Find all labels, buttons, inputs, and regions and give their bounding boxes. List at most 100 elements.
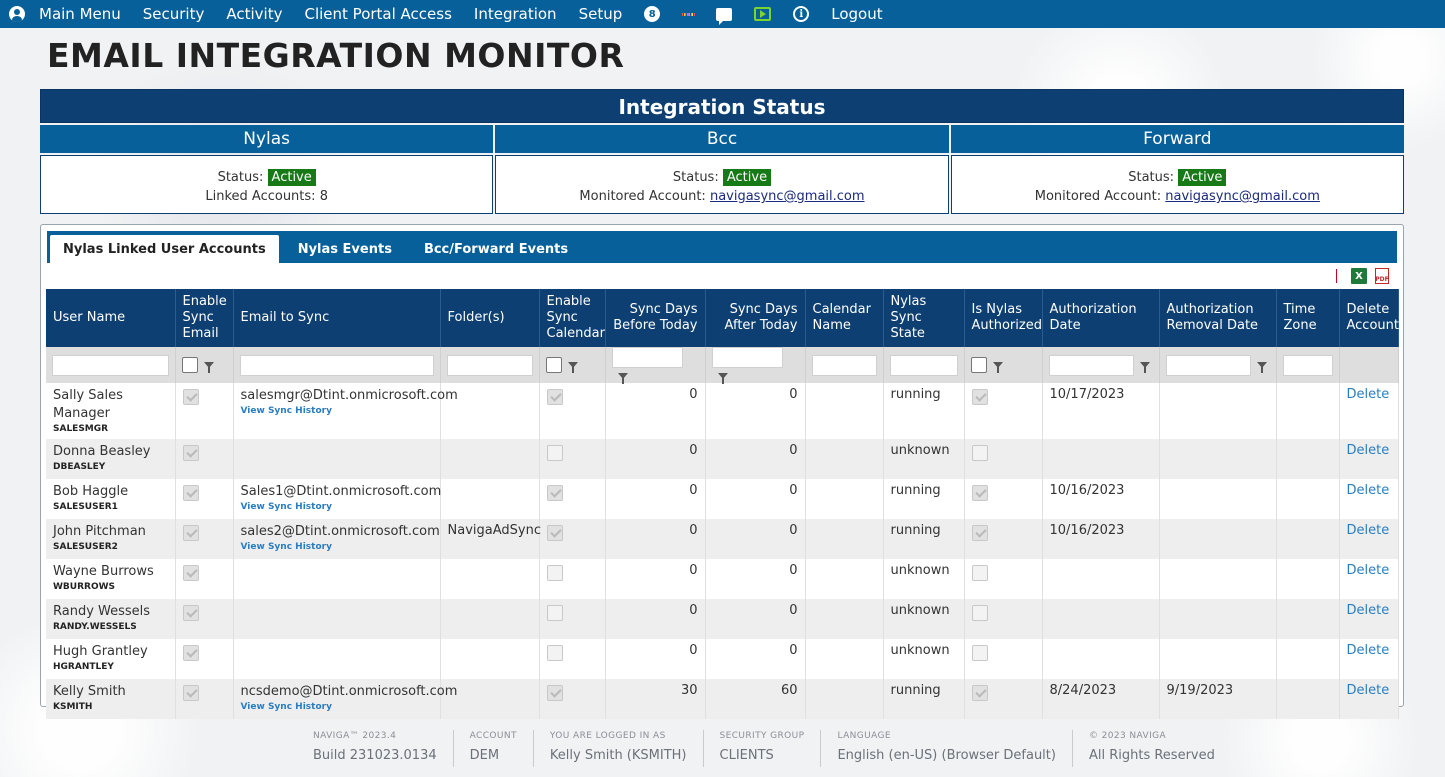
authorization-date: 10/17/2023 (1042, 383, 1160, 439)
filter-funnel-icon[interactable] (1256, 362, 1267, 373)
view-sync-history-link[interactable]: View Sync History (241, 405, 433, 417)
filter-folders-input[interactable] (446, 354, 533, 376)
col-authorization-removal-date[interactable]: Authorization Removal Date (1159, 289, 1277, 347)
filter-funnel-icon[interactable] (1139, 362, 1150, 373)
view-sync-history-link[interactable]: View Sync History (241, 501, 433, 513)
user-name: Kelly Smith (53, 684, 126, 699)
sync-days-after: 0 (705, 559, 806, 599)
delete-account-link[interactable]: Delete (1347, 603, 1390, 618)
footer-account: DEM (469, 748, 500, 763)
delete-account-link[interactable]: Delete (1347, 683, 1390, 698)
excel-export-icon[interactable]: X (1351, 268, 1367, 284)
apps-grid-icon[interactable] (682, 8, 695, 20)
col-calendar-name[interactable]: Calendar Name (805, 289, 884, 347)
sync-email-checkbox (182, 445, 199, 461)
nylas-authorized-checkbox (971, 389, 988, 405)
tab-bcc-forward-events[interactable]: Bcc/Forward Events (411, 237, 581, 263)
col-nylas-sync-state[interactable]: Nylas Sync State (883, 289, 965, 347)
col-delete-account[interactable]: Delete Account (1339, 289, 1399, 347)
filter-sync-calendar-checkbox[interactable] (545, 357, 562, 373)
col-time-zone[interactable]: Time Zone (1276, 289, 1340, 347)
delete-account-link[interactable]: Delete (1347, 387, 1390, 402)
status-col-title: Forward (950, 125, 1404, 153)
filter-funnel-icon[interactable] (717, 372, 728, 384)
notification-badge[interactable]: 8 (644, 6, 661, 22)
table-row: Randy Wessels RANDY.WESSELS 0 0 unknown Delet… (46, 599, 1399, 639)
col-is-nylas-authorized[interactable]: Is Nylas Authorized (964, 289, 1043, 347)
col-user-name[interactable]: User Name (46, 289, 176, 347)
filter-days-after-input[interactable] (711, 347, 783, 368)
tab-nylas-events[interactable]: Nylas Events (285, 237, 405, 263)
view-sync-history-link[interactable]: View Sync History (241, 541, 433, 553)
delete-account-link[interactable]: Delete (1347, 643, 1390, 658)
filter-calendar-name-input[interactable] (811, 354, 877, 376)
filter-sync-email-checkbox[interactable] (181, 357, 198, 373)
nav-logout[interactable]: Logout (831, 5, 882, 23)
footer-language: English (en-US) (Browser Default) (837, 748, 1056, 763)
user-code: DBEASLEY (53, 462, 106, 472)
toolbar-separator (1336, 269, 1337, 283)
folders-cell (440, 599, 540, 639)
col-sync-days-after[interactable]: Sync Days After Today (705, 289, 806, 347)
user-code: SALESUSER1 (53, 502, 118, 512)
delete-account-link[interactable]: Delete (1347, 523, 1390, 538)
col-email-to-sync[interactable]: Email to Sync (233, 289, 441, 347)
filter-removal-date-input[interactable] (1165, 354, 1251, 376)
footer-copyright-label: © 2023 NAVIGA (1088, 731, 1167, 741)
view-sync-history-link[interactable]: View Sync History (241, 701, 433, 713)
integration-status-title: Integration Status (40, 89, 1404, 123)
tv-icon[interactable] (754, 7, 772, 21)
filter-funnel-icon[interactable] (567, 362, 578, 373)
col-sync-days-before[interactable]: Sync Days Before Today (605, 289, 706, 347)
monitored-account-link[interactable]: navigasync@gmail.com (1165, 189, 1320, 204)
sync-email-address: Sales1@Dtint.onmicrosoft.com (240, 484, 442, 499)
calendar-name (805, 519, 884, 559)
sync-calendar-checkbox (546, 645, 563, 661)
filter-authorized-checkbox[interactable] (970, 357, 987, 373)
calendar-name (805, 559, 884, 599)
sync-days-before: 0 (605, 639, 706, 679)
user-code: SALESMGR (53, 424, 109, 434)
info-icon[interactable]: i (793, 6, 810, 22)
col-enable-sync-email[interactable]: Enable Sync Email (175, 289, 234, 347)
filter-funnel-icon[interactable] (992, 362, 1003, 373)
calendar-name (805, 679, 884, 719)
filter-funnel-icon[interactable] (617, 372, 628, 384)
nav-activity[interactable]: Activity (226, 5, 282, 23)
nav-client-portal-access[interactable]: Client Portal Access (304, 5, 451, 23)
filter-auth-date-input[interactable] (1048, 354, 1134, 376)
filter-time-zone-input[interactable] (1282, 354, 1333, 376)
delete-account-link[interactable]: Delete (1347, 483, 1390, 498)
user-icon[interactable] (9, 6, 25, 22)
col-folders[interactable]: Folder(s) (440, 289, 540, 347)
top-nav: Main Menu Security Activity Client Porta… (0, 0, 1445, 28)
status-col-title: Nylas (40, 125, 494, 153)
filter-email-input[interactable] (239, 354, 434, 376)
sync-days-after: 0 (705, 639, 806, 679)
filter-sync-state-input[interactable] (889, 354, 958, 376)
delete-account-link[interactable]: Delete (1347, 563, 1390, 578)
monitored-account-link[interactable]: navigasync@gmail.com (710, 189, 865, 204)
col-authorization-date[interactable]: Authorization Date (1042, 289, 1160, 347)
pdf-export-icon[interactable]: PDF (1375, 268, 1389, 284)
filter-funnel-icon[interactable] (203, 362, 214, 373)
nylas-authorized-checkbox (971, 525, 988, 541)
tab-nylas-linked-user-accounts[interactable]: Nylas Linked User Accounts (50, 235, 279, 263)
linked-accounts-count: 8 (319, 189, 328, 204)
table-row: Donna Beasley DBEASLEY 0 0 unknown Delete (46, 439, 1399, 479)
filter-days-before-input[interactable] (611, 347, 683, 368)
nav-security[interactable]: Security (143, 5, 205, 23)
export-toolbar: X PDF (1336, 268, 1389, 284)
nav-setup[interactable]: Setup (579, 5, 623, 23)
nav-integration[interactable]: Integration (474, 5, 557, 23)
user-name: Hugh Grantley (53, 644, 148, 659)
col-enable-sync-calendar[interactable]: Enable Sync Calendar (539, 289, 606, 347)
nav-main-menu[interactable]: Main Menu (39, 5, 121, 23)
filter-user-name-input[interactable] (52, 354, 169, 376)
delete-account-link[interactable]: Delete (1347, 443, 1390, 458)
sync-days-before: 0 (605, 559, 706, 599)
chat-icon[interactable] (716, 7, 733, 25)
user-code: WBURROWS (53, 582, 116, 592)
sync-days-after: 0 (705, 599, 806, 639)
authorization-date: 10/16/2023 (1042, 479, 1160, 519)
